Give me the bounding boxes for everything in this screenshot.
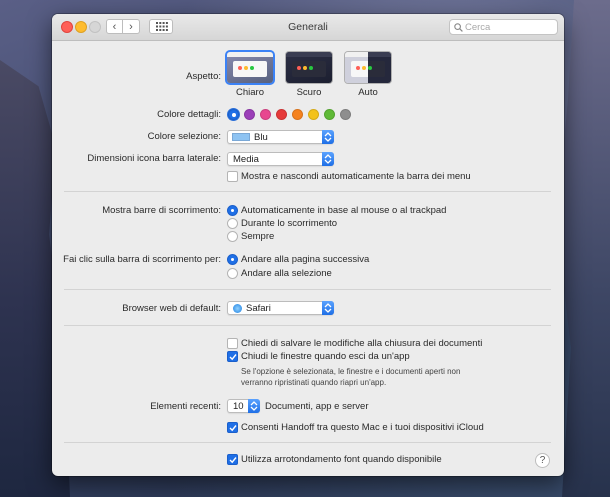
- sidebar-icon-size-popup[interactable]: Media: [227, 152, 334, 166]
- sidebar-icon-size-value: Media: [233, 154, 259, 165]
- accent-yellow-swatch[interactable]: [308, 109, 319, 120]
- close-windows-note-line2: verranno ripristinati quando riapri un'a…: [241, 378, 387, 387]
- section-divider: [64, 325, 551, 326]
- checkmark-icon: [229, 425, 237, 432]
- ask-save-changes-checkbox[interactable]: [227, 338, 238, 349]
- appearance-auto-label: Auto: [358, 87, 378, 98]
- accent-orange-swatch[interactable]: [292, 109, 303, 120]
- section-divider: [64, 289, 551, 290]
- popup-arrows-icon: [322, 152, 334, 166]
- highlight-color-popup[interactable]: Blu: [227, 130, 334, 144]
- recent-items-label: Elementi recenti:: [150, 401, 221, 412]
- handoff-label: Consenti Handoff tra questo Mac e i tuoi…: [241, 422, 484, 433]
- scroll-click-next-page-radio[interactable]: [227, 254, 238, 265]
- recent-items-value: 10: [233, 401, 244, 412]
- appearance-label: Aspetto:: [186, 71, 221, 82]
- font-smoothing-label: Utilizza arrotondamento font quando disp…: [241, 454, 442, 465]
- handoff-checkbox[interactable]: [227, 422, 238, 433]
- search-icon: [454, 23, 463, 32]
- highlight-color-swatch: [232, 133, 250, 141]
- scroll-click-here-label: Andare alla selezione: [241, 268, 332, 279]
- sidebar-icon-size-label: Dimensioni icona barra laterale:: [87, 153, 221, 164]
- help-button[interactable]: ?: [535, 453, 550, 468]
- appearance-light-thumbnail[interactable]: [227, 52, 273, 83]
- scrollbars-auto-radio[interactable]: [227, 205, 238, 216]
- system-preferences-window: ‹ › Generali Aspetto:: [52, 14, 564, 476]
- checkmark-icon: [229, 354, 237, 361]
- highlight-color-value: Blu: [254, 132, 268, 143]
- scrollbars-scrolling-radio[interactable]: [227, 218, 238, 229]
- scroll-click-label: Fai clic sulla barra di scorrimento per:: [63, 254, 221, 265]
- safari-compass-icon: [233, 304, 242, 313]
- recent-items-popup[interactable]: 10: [227, 399, 260, 413]
- accent-green-swatch[interactable]: [324, 109, 335, 120]
- scrollbars-always-label: Sempre: [241, 231, 275, 242]
- appearance-auto-thumbnail[interactable]: [345, 52, 391, 83]
- font-smoothing-checkbox[interactable]: [227, 454, 238, 465]
- close-windows-note-line1: Se l'opzione è selezionata, le finestre …: [241, 367, 461, 376]
- popup-arrows-icon: [322, 130, 334, 144]
- recent-items-suffix: Documenti, app e server: [265, 401, 369, 412]
- accent-pink-swatch[interactable]: [260, 109, 271, 120]
- scroll-click-here-radio[interactable]: [227, 268, 238, 279]
- appearance-dark-thumbnail[interactable]: [286, 52, 332, 83]
- popup-arrows-icon: [322, 301, 334, 315]
- accent-purple-swatch[interactable]: [244, 109, 255, 120]
- section-divider: [64, 191, 551, 192]
- scrollbars-auto-label: Automaticamente in base al mouse o al tr…: [241, 205, 447, 216]
- accent-blue-swatch[interactable]: [228, 109, 239, 120]
- close-windows-label: Chiudi le finestre quando esci da un'app: [241, 351, 410, 362]
- accent-graphite-swatch[interactable]: [340, 109, 351, 120]
- appearance-light-label: Chiaro: [236, 87, 264, 98]
- appearance-dark-label: Scuro: [296, 87, 322, 98]
- menu-bar-autohide-checkbox[interactable]: [227, 171, 238, 182]
- search-input[interactable]: [449, 19, 558, 35]
- menu-bar-autohide-label: Mostra e nascondi automaticamente la bar…: [241, 171, 471, 182]
- checkmark-icon: [229, 457, 237, 464]
- default-browser-label: Browser web di default:: [122, 303, 221, 314]
- default-browser-popup[interactable]: Safari: [227, 301, 334, 315]
- default-browser-value: Safari: [246, 303, 271, 314]
- section-divider: [64, 442, 551, 443]
- scroll-click-next-page-label: Andare alla pagina successiva: [241, 254, 370, 265]
- ask-save-changes-label: Chiedi di salvare le modifiche alla chiu…: [241, 338, 483, 349]
- accent-color-label: Colore dettagli:: [157, 109, 221, 120]
- highlight-color-label: Colore selezione:: [147, 131, 221, 142]
- popup-arrows-icon: [248, 399, 260, 413]
- scrollbars-always-radio[interactable]: [227, 231, 238, 242]
- close-windows-checkbox[interactable]: [227, 351, 238, 362]
- scrollbars-scrolling-label: Durante lo scorrimento: [241, 218, 338, 229]
- title-bar: ‹ › Generali: [52, 14, 564, 41]
- scrollbars-label: Mostra barre di scorrimento:: [102, 205, 221, 216]
- accent-red-swatch[interactable]: [276, 109, 287, 120]
